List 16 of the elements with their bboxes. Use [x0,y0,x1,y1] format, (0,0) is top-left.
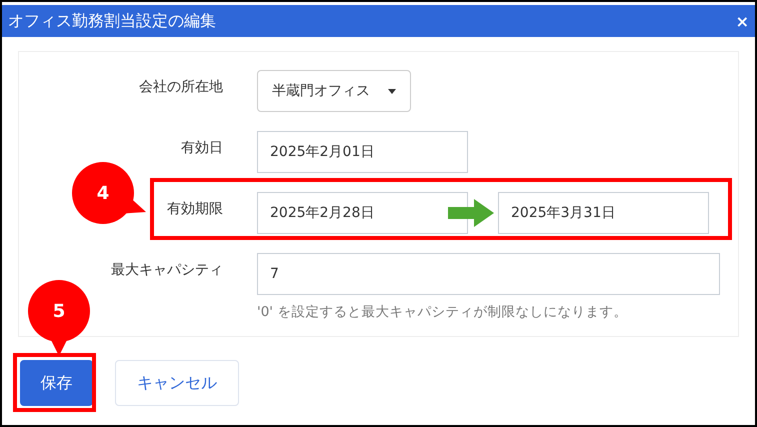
date-field[interactable]: 2025年3月31日 [498,192,709,234]
arrow-icon [448,199,494,227]
caret-icon [388,88,396,94]
field-label: 有効日 [181,139,223,157]
field-label: 会社の所在地 [139,78,223,96]
help-text: '0' を設定すると最大キャパシティが制限なしになります。 [257,303,628,321]
capacity-field[interactable]: 7 [257,253,720,295]
field-label: 最大キャパシティ [111,261,223,279]
close-button[interactable]: × [734,12,751,30]
cancel-button[interactable]: キャンセル [115,360,239,406]
field-label: 有効期限 [167,200,223,218]
date-field[interactable]: 2025年2月28日 [257,192,468,234]
date-field[interactable]: 2025年2月01日 [257,131,468,173]
window-title: オフィス勤務割当設定の編集 [8,10,216,32]
location-dropdown[interactable]: 半蔵門オフィス [257,70,411,112]
save-button[interactable]: 保存 [20,360,93,406]
